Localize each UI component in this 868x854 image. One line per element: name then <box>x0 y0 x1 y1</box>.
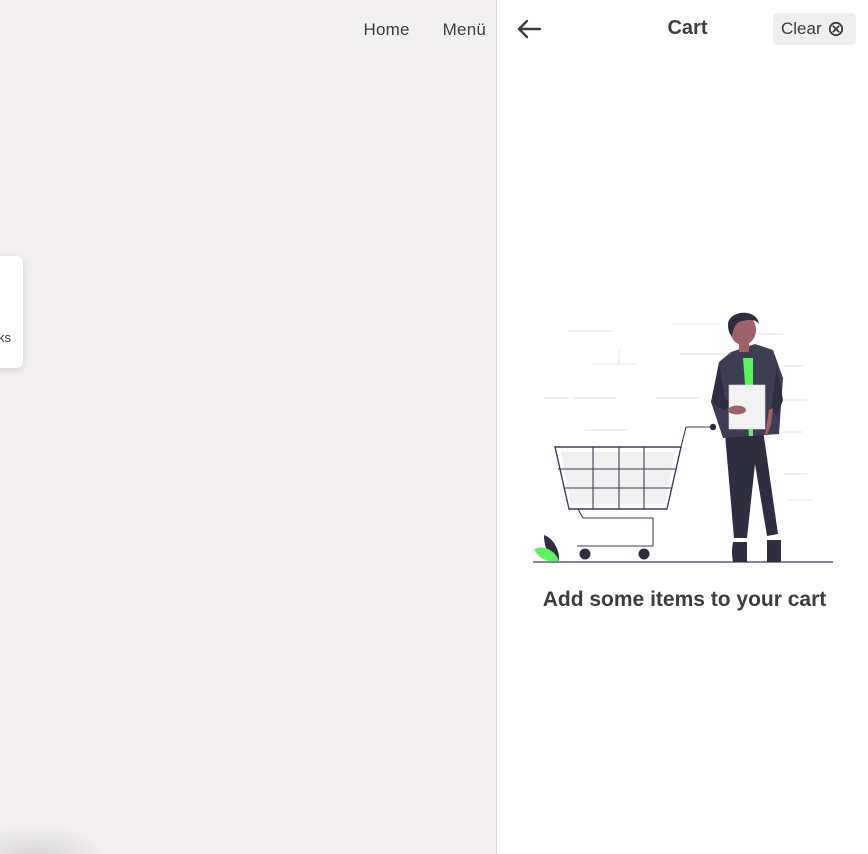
floating-card-label: ks <box>0 330 11 345</box>
background-page: Home Menü ks <box>0 0 496 854</box>
floating-card[interactable]: ks <box>0 256 23 368</box>
clear-button-label: Clear <box>781 19 822 38</box>
top-nav: Home Menü <box>364 20 486 40</box>
shopping-cart-icon <box>554 423 717 560</box>
empty-cart-illustration <box>533 312 833 563</box>
clear-circle-icon <box>828 21 843 37</box>
nav-menu-link[interactable]: Menü <box>443 20 486 40</box>
clear-button[interactable]: Clear <box>773 13 856 45</box>
cart-panel: Cart Clear Add some items to your cart <box>496 0 868 854</box>
corner-shadow <box>0 824 110 854</box>
plant-leaves <box>534 535 560 562</box>
empty-cart-message: Add some items to your cart <box>542 588 827 611</box>
nav-home-link[interactable]: Home <box>364 20 410 40</box>
person-figure <box>711 312 783 562</box>
